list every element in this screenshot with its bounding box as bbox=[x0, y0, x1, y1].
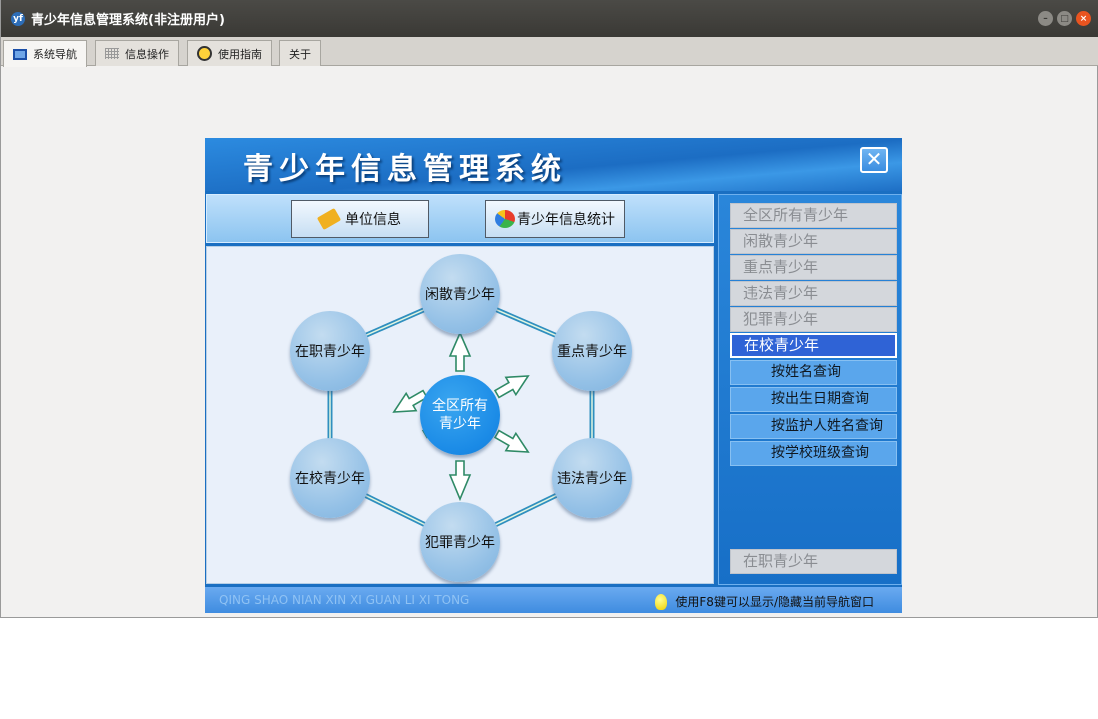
sidebar-item-criminal-youth[interactable]: 犯罪青少年 bbox=[730, 307, 897, 332]
lightbulb-icon bbox=[655, 593, 668, 610]
category-diagram: 闲散青少年 在职青少年 重点青少年 在校青少年 违法青少年 犯罪青少年 全区所有… bbox=[206, 246, 714, 584]
tab-label: 使用指南 bbox=[218, 47, 262, 61]
app-icon: yf bbox=[11, 11, 25, 26]
node-student-youth[interactable]: 在校青少年 bbox=[290, 438, 370, 518]
button-label: 单位信息 bbox=[345, 212, 401, 228]
panel-close-button[interactable]: ✕ bbox=[860, 147, 888, 173]
query-by-birthdate[interactable]: 按出生日期查询 bbox=[730, 387, 897, 412]
close-icon[interactable]: × bbox=[1076, 11, 1091, 26]
grid-icon bbox=[105, 48, 119, 59]
sidebar-item-student-youth[interactable]: 在校青少年 bbox=[730, 333, 897, 358]
footer-brand: QING SHAO NIAN XIN XI GUAN LI XI TONG bbox=[219, 593, 470, 607]
node-all-youth-label: 全区所有 青少年 bbox=[432, 397, 488, 433]
node-idle-youth[interactable]: 闲散青少年 bbox=[420, 254, 500, 334]
tab-bar: 系统导航 信息操作 使用指南 关于 bbox=[1, 37, 1098, 67]
node-all-youth[interactable]: 全区所有 青少年 bbox=[420, 375, 500, 455]
pen-icon bbox=[316, 207, 342, 231]
node-key-youth[interactable]: 重点青少年 bbox=[552, 311, 632, 391]
footer-tip: 使用F8键可以显示/隐藏当前导航窗口 bbox=[655, 593, 874, 610]
arrow-down-icon bbox=[448, 460, 472, 502]
title-bar: yf 青少年信息管理系统(非注册用户) – □ × bbox=[1, 0, 1098, 37]
window-controls: – □ × bbox=[1038, 11, 1091, 26]
query-by-school-class[interactable]: 按学校班级查询 bbox=[730, 441, 897, 466]
youth-stats-button[interactable]: 青少年信息统计 bbox=[485, 200, 625, 238]
tab-system-nav[interactable]: 系统导航 bbox=[3, 40, 87, 67]
query-by-guardian[interactable]: 按监护人姓名查询 bbox=[730, 414, 897, 439]
panel-toolbar: 单位信息 青少年信息统计 bbox=[206, 194, 714, 243]
sidebar-item-employed-youth[interactable]: 在职青少年 bbox=[730, 549, 897, 574]
node-criminal-youth[interactable]: 犯罪青少年 bbox=[420, 502, 500, 582]
sidebar-item-key-youth[interactable]: 重点青少年 bbox=[730, 255, 897, 280]
category-sidebar: 全区所有青少年 闲散青少年 重点青少年 违法青少年 犯罪青少年 在校青少年 按姓… bbox=[718, 194, 902, 585]
tab-user-guide[interactable]: 使用指南 bbox=[187, 40, 272, 66]
app-window: yf 青少年信息管理系统(非注册用户) – □ × 系统导航 信息操作 使用指南… bbox=[0, 0, 1098, 618]
node-offending-youth[interactable]: 违法青少年 bbox=[552, 438, 632, 518]
arrow-down-right-icon bbox=[493, 429, 530, 453]
circle-icon bbox=[197, 46, 212, 61]
tab-label: 系统导航 bbox=[33, 48, 77, 61]
tab-label: 信息操作 bbox=[125, 47, 169, 61]
navigation-panel: 青少年信息管理系统 ✕ 单位信息 青少年信息统计 闲散青少年 在职青少年 重点青… bbox=[205, 138, 902, 613]
arrow-up-icon bbox=[448, 330, 472, 372]
panel-title: 青少年信息管理系统 bbox=[243, 152, 567, 187]
arrow-up-right-icon bbox=[493, 375, 530, 399]
center-line-1: 全区所有 bbox=[432, 398, 488, 414]
maximize-icon[interactable]: □ bbox=[1057, 11, 1072, 26]
button-label: 青少年信息统计 bbox=[517, 212, 615, 228]
pie-chart-icon bbox=[495, 210, 515, 228]
unit-info-button[interactable]: 单位信息 bbox=[291, 200, 429, 238]
center-line-2: 青少年 bbox=[439, 416, 481, 432]
minimize-icon[interactable]: – bbox=[1038, 11, 1053, 26]
query-by-name[interactable]: 按姓名查询 bbox=[730, 360, 897, 385]
panel-header: 青少年信息管理系统 ✕ bbox=[205, 138, 902, 191]
sidebar-item-all-youth[interactable]: 全区所有青少年 bbox=[730, 203, 897, 228]
monitor-icon bbox=[13, 48, 27, 60]
footer-tip-text: 使用F8键可以显示/隐藏当前导航窗口 bbox=[675, 595, 874, 609]
sidebar-item-offending-youth[interactable]: 违法青少年 bbox=[730, 281, 897, 306]
window-title: 青少年信息管理系统(非注册用户) bbox=[31, 13, 225, 28]
tab-about[interactable]: 关于 bbox=[279, 40, 321, 66]
tab-label: 关于 bbox=[289, 47, 311, 61]
node-employed-youth[interactable]: 在职青少年 bbox=[290, 311, 370, 391]
tab-info-ops[interactable]: 信息操作 bbox=[95, 40, 179, 66]
panel-footer: QING SHAO NIAN XIN XI GUAN LI XI TONG 使用… bbox=[205, 587, 902, 613]
sidebar-item-idle-youth[interactable]: 闲散青少年 bbox=[730, 229, 897, 254]
